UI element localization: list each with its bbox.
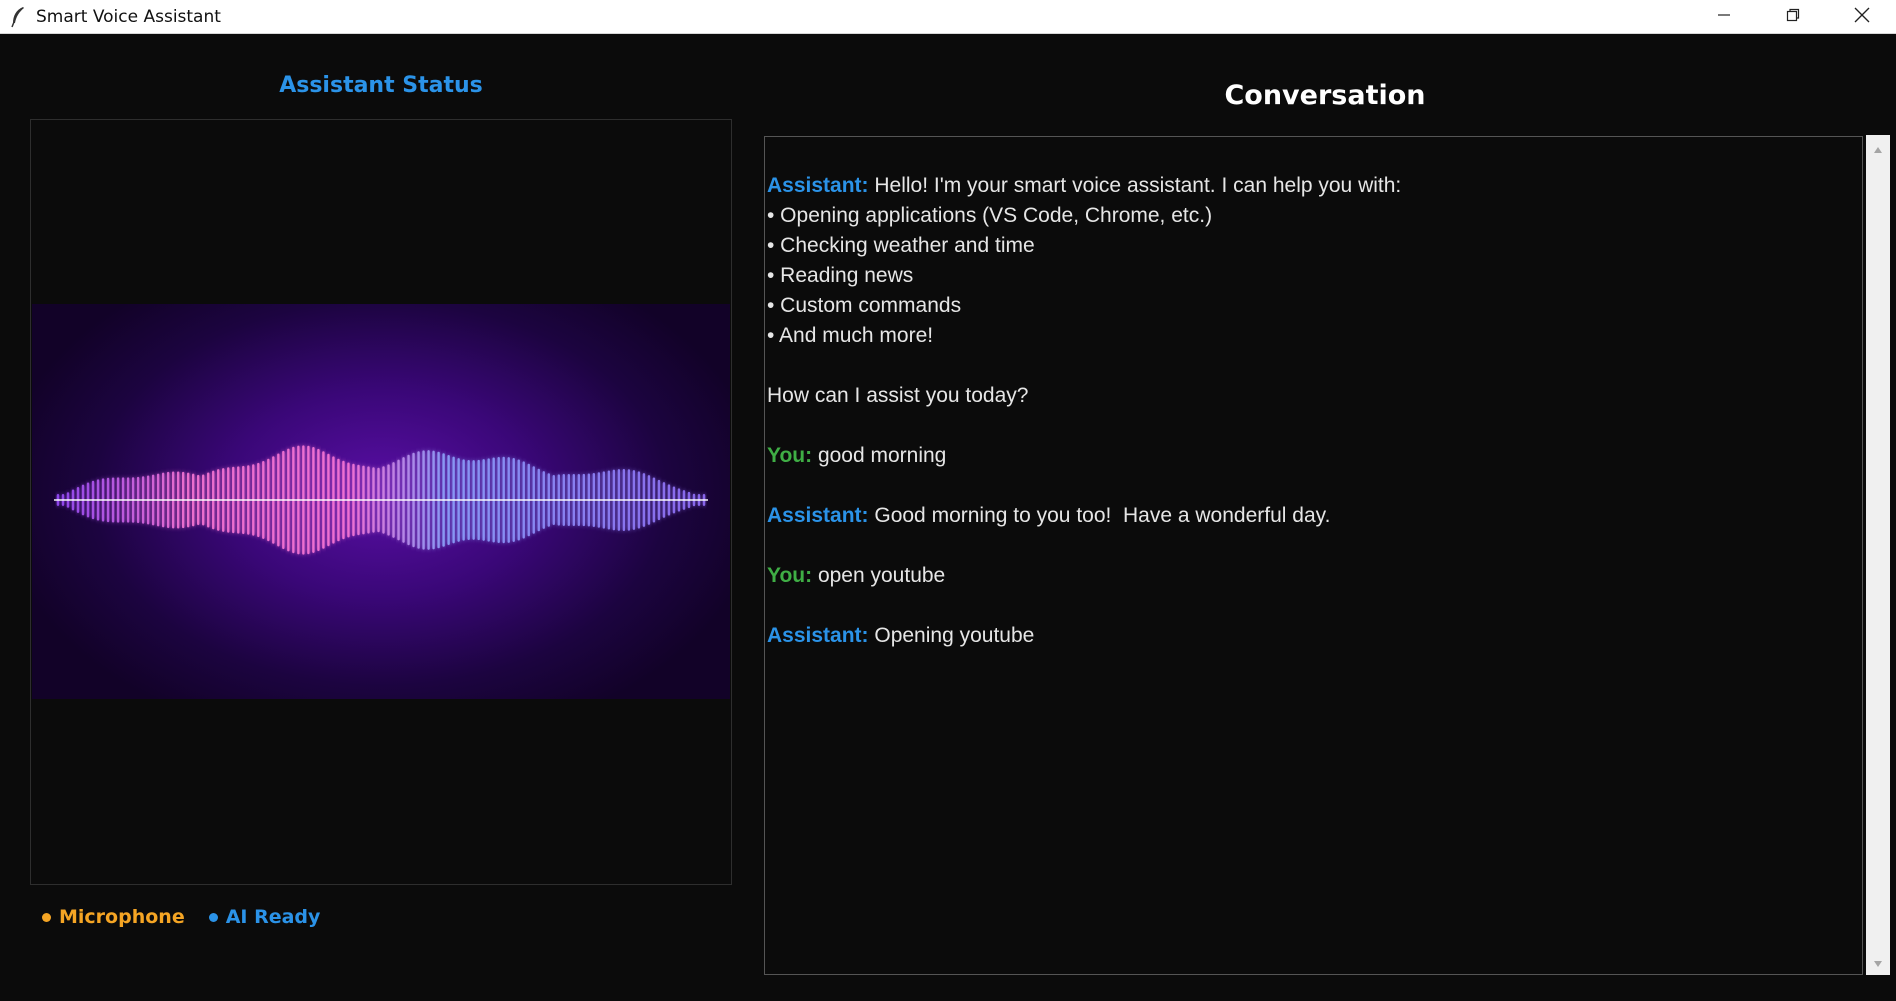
message-line — [767, 351, 1858, 381]
restore-button[interactable] — [1758, 0, 1827, 33]
user-message-line: You: open youtube — [767, 561, 1858, 591]
title-bar: Smart Voice Assistant — [0, 0, 1896, 34]
assistant-status-title: Assistant Status — [279, 73, 483, 98]
message-line — [767, 591, 1858, 621]
microphone-status-dot — [42, 912, 51, 922]
message-line — [767, 471, 1858, 501]
assistant-message-line: Assistant: Hello! I'm your smart voice a… — [767, 171, 1858, 201]
message-text: • Checking weather and time — [767, 234, 1035, 257]
message-text: Good morning to you too! Have a wonderfu… — [868, 504, 1331, 527]
message-text: open youtube — [812, 564, 946, 587]
message-line: • Checking weather and time — [767, 231, 1858, 261]
message-text: • Custom commands — [767, 294, 962, 317]
conversation-log[interactable]: Assistant: Hello! I'm your smart voice a… — [764, 136, 1863, 975]
microphone-label: Microphone — [59, 906, 185, 928]
assistant-speaker-label: Assistant: — [767, 174, 869, 197]
user-speaker-label: You: — [767, 444, 813, 467]
message-line — [767, 411, 1858, 441]
ai-ready-indicator: AI Ready — [208, 906, 321, 928]
close-icon — [1854, 7, 1870, 27]
sound-wave-image — [32, 304, 730, 699]
message-text: good morning — [812, 444, 947, 467]
message-text: How can I assist you today? — [767, 384, 1029, 407]
visualizer-frame — [30, 119, 732, 885]
status-indicators: Microphone AI Ready — [42, 906, 320, 928]
assistant-message-line: Assistant: Good morning to you too! Have… — [767, 501, 1858, 531]
message-line: • Opening applications (VS Code, Chrome,… — [767, 201, 1858, 231]
message-line — [767, 531, 1858, 561]
minimize-button[interactable] — [1689, 0, 1758, 33]
microphone-indicator: Microphone — [42, 906, 185, 928]
feather-icon — [6, 5, 30, 29]
close-button[interactable] — [1827, 0, 1896, 33]
minimize-icon — [1717, 7, 1731, 26]
scroll-down-button[interactable] — [1866, 952, 1890, 972]
conversation-title: Conversation — [1224, 80, 1426, 111]
assistant-message-line: Assistant: Opening youtube — [767, 621, 1858, 651]
scroll-up-button[interactable] — [1866, 138, 1890, 158]
assistant-speaker-label: Assistant: — [767, 504, 869, 527]
message-line: How can I assist you today? — [767, 381, 1858, 411]
message-line: • And much more! — [767, 321, 1858, 351]
message-line: • Reading news — [767, 261, 1858, 291]
message-text: Opening youtube — [868, 624, 1035, 647]
ai-ready-status-dot — [208, 912, 218, 922]
scroll-up-arrow-icon — [1873, 139, 1883, 158]
conversation-scrollbar[interactable] — [1866, 135, 1890, 975]
window-title: Smart Voice Assistant — [36, 6, 221, 27]
message-text: • Reading news — [767, 264, 914, 287]
user-message-line: You: good morning — [767, 441, 1858, 471]
message-text: • Opening applications (VS Code, Chrome,… — [767, 204, 1213, 227]
scroll-down-arrow-icon — [1873, 953, 1883, 972]
assistant-speaker-label: Assistant: — [767, 624, 869, 647]
ai-ready-label: AI Ready — [225, 906, 321, 928]
restore-icon — [1786, 7, 1800, 26]
user-speaker-label: You: — [767, 564, 813, 587]
message-line: • Custom commands — [767, 291, 1858, 321]
message-text: Hello! I'm your smart voice assistant. I… — [868, 174, 1402, 197]
message-text: • And much more! — [767, 324, 934, 347]
conversation-content: Assistant: Hello! I'm your smart voice a… — [767, 171, 1858, 651]
